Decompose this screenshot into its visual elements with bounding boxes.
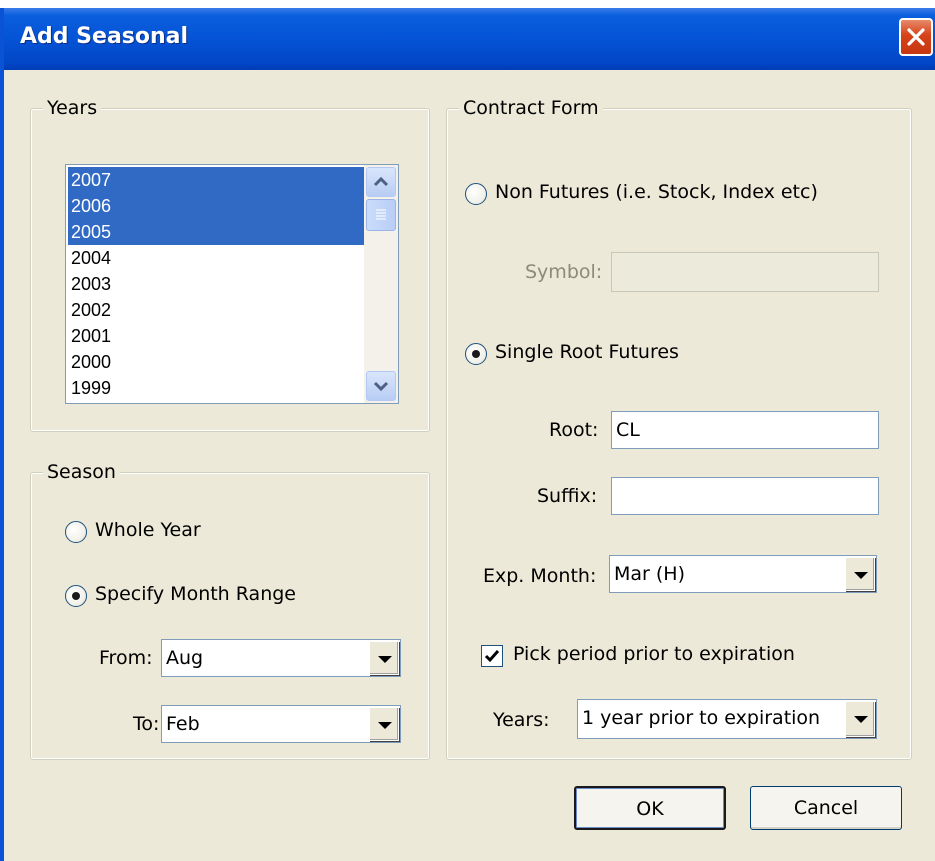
to-label: To: [133,713,160,735]
chevron-down-icon [373,381,389,392]
dialog-body: Years 2007 2006 2005 2004 2003 2002 2001 2000 19… [4,70,935,861]
to-month-dropdown[interactable]: Feb [161,705,401,743]
from-month-value: Aug [166,647,204,669]
year-list-item[interactable]: 2001 [68,323,364,349]
to-month-value: Feb [166,713,200,735]
exp-month-label: Exp. Month: [483,565,597,587]
cancel-button[interactable]: Cancel [750,786,902,830]
scroll-thumb[interactable] [366,199,396,231]
dropdown-arrow-icon[interactable] [845,701,875,737]
season-legend: Season [43,460,120,484]
pick-period-checkbox[interactable] [481,645,503,667]
contract-form-legend: Contract Form [459,96,603,120]
chevron-up-icon [373,176,389,187]
from-label: From: [99,647,153,669]
non-futures-label[interactable]: Non Futures (i.e. Stock, Index etc) [495,181,818,203]
year-list-item[interactable]: 2003 [68,271,364,297]
whole-year-radio[interactable] [65,521,87,543]
whole-year-label[interactable]: Whole Year [95,519,201,541]
symbol-input[interactable] [611,252,879,292]
root-label: Root: [549,419,599,441]
years-prior-value: 1 year prior to expiration [582,707,821,729]
year-list-item[interactable]: 2002 [68,297,364,323]
single-root-futures-label[interactable]: Single Root Futures [495,341,679,363]
suffix-label: Suffix: [537,485,598,507]
scroll-down-button[interactable] [366,371,396,401]
root-input[interactable]: CL [611,411,879,449]
non-futures-radio[interactable] [465,183,487,205]
specify-month-range-radio[interactable] [65,585,87,607]
symbol-label: Symbol: [525,261,603,283]
ok-button[interactable]: OK [574,786,726,830]
grip-icon [376,209,386,220]
year-list-item[interactable]: 1999 [68,375,364,401]
window-title: Add Seasonal [20,24,189,49]
year-list-item[interactable]: 2005 [68,219,364,245]
close-button[interactable] [899,18,933,56]
year-list-item[interactable]: 2000 [68,349,364,375]
pick-period-label[interactable]: Pick period prior to expiration [513,643,795,665]
year-list-item[interactable]: 2004 [68,245,364,271]
dropdown-arrow-icon[interactable] [845,557,875,591]
close-icon [907,28,925,46]
from-month-dropdown[interactable]: Aug [161,639,401,677]
years-prior-dropdown[interactable]: 1 year prior to expiration [577,699,877,739]
years-listbox[interactable]: 2007 2006 2005 2004 2003 2002 2001 2000 1999 [65,164,399,404]
checkmark-icon [484,650,500,663]
scroll-up-button[interactable] [366,167,396,197]
add-seasonal-dialog: Add Seasonal Years 2007 2006 2005 2004 2003 2… [0,8,935,861]
years-group: Years 2007 2006 2005 2004 2003 2002 2001 2000 19… [30,96,430,432]
title-bar[interactable]: Add Seasonal [4,8,935,70]
season-group: Season Whole Year Specify Month Range Fr… [30,460,430,760]
exp-month-value: Mar (H) [614,563,685,585]
year-list-item[interactable]: 2006 [68,193,364,219]
suffix-input[interactable] [611,477,879,515]
dropdown-arrow-icon[interactable] [369,641,399,675]
years-label: Years: [493,709,550,731]
dropdown-arrow-icon[interactable] [369,707,399,741]
contract-form-group: Contract Form Non Futures (i.e. Stock, I… [446,96,912,760]
years-scrollbar[interactable] [364,165,398,403]
specify-month-range-label[interactable]: Specify Month Range [95,583,296,605]
exp-month-dropdown[interactable]: Mar (H) [609,555,877,593]
single-root-futures-radio[interactable] [465,343,487,365]
years-legend: Years [43,96,102,120]
year-list-item[interactable]: 2007 [68,167,364,193]
